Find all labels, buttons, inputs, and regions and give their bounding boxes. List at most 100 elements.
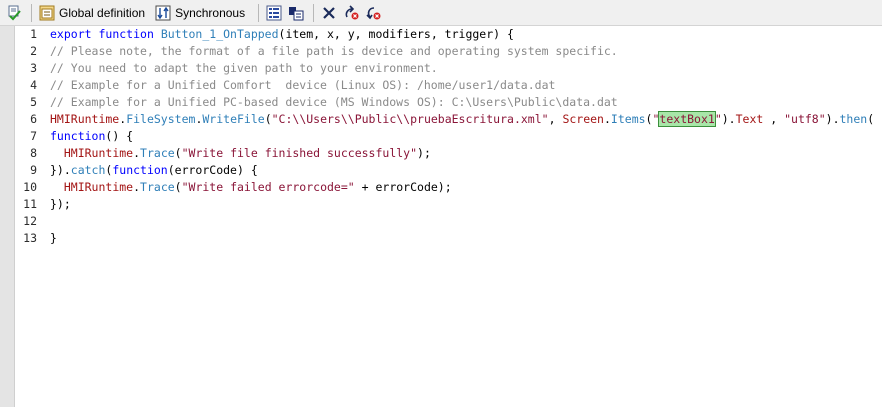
code-token: Trace — [140, 146, 175, 160]
undo-icon — [343, 4, 359, 21]
code-token: . — [603, 112, 611, 126]
synchronous-label: Synchronous — [175, 5, 246, 20]
code-token: Button_1_OnTapped — [160, 27, 279, 41]
code-token: }). — [50, 163, 71, 177]
code-line[interactable]: 9 }).catch(function(errorCode) { — [15, 162, 882, 179]
code-line[interactable]: 10 HMIRuntime.Trace("Write failed errorc… — [15, 179, 882, 196]
format-code-button[interactable] — [264, 2, 284, 24]
code-text: }); — [50, 196, 71, 213]
code-token: ( — [264, 112, 272, 126]
code-line[interactable]: 1 export function Button_1_OnTapped(item,… — [15, 26, 882, 43]
code-token: (errorCode) { — [167, 163, 258, 177]
redo-button[interactable] — [363, 2, 383, 24]
code-token: FileSystem — [126, 112, 196, 126]
code-line[interactable]: 8 HMIRuntime.Trace("Write file finished … — [15, 145, 882, 162]
code-token: + errorCode); — [354, 180, 452, 194]
code-token: Trace — [140, 180, 175, 194]
code-text: function() { — [50, 128, 133, 145]
delete-button[interactable] — [319, 2, 339, 24]
code-token: "Write file finished successfully" — [181, 146, 418, 160]
line-number: 6 — [30, 112, 37, 126]
code-token: "Write failed errorcode=" — [181, 180, 355, 194]
code-text: // Example for a Unified Comfort device … — [50, 77, 555, 94]
code-token: HMIRuntime — [63, 180, 134, 194]
code-token: ( — [174, 180, 182, 194]
editor-gutter — [0, 26, 15, 407]
code-line[interactable]: 13} — [15, 230, 882, 247]
redo-icon — [365, 5, 381, 21]
code-line[interactable]: 4 // Example for a Unified Comfort device… — [15, 77, 882, 94]
code-token: , — [548, 112, 563, 126]
code-token: }); — [50, 197, 71, 211]
code-token: () { — [105, 129, 134, 143]
code-line[interactable]: 3 // You need to adapt the given path to … — [15, 60, 882, 77]
code-line[interactable]: 2 // Please note, the format of a file pa… — [15, 43, 882, 60]
line-number: 4 — [30, 78, 37, 92]
code-text: // Please note, the format of a file pat… — [50, 43, 618, 60]
code-token: ); — [417, 146, 431, 160]
synchronous-icon — [155, 5, 171, 21]
code-token: HMIRuntime — [63, 146, 134, 160]
line-number: 11 — [23, 197, 37, 211]
line-number: 1 — [30, 27, 37, 41]
toolbar-separator — [31, 3, 32, 22]
line-number: 12 — [23, 214, 37, 228]
code-token: , — [763, 112, 785, 126]
check-syntax-button[interactable] — [4, 2, 24, 24]
code-token: "utf8" — [784, 112, 826, 126]
line-number: 5 — [30, 95, 37, 109]
line-number: 9 — [30, 163, 37, 177]
code-token: // Example for a Unified Comfort device … — [50, 78, 556, 92]
code-token: } — [50, 231, 57, 245]
line-number: 3 — [30, 61, 37, 75]
code-token: (item, x, y, modifiers, trigger) { — [278, 27, 514, 41]
global-definition-icon — [39, 5, 55, 21]
code-line[interactable]: 12 — [15, 213, 882, 230]
code-token: function — [98, 27, 154, 41]
toolbar: Global definition Synchronous — [0, 0, 882, 26]
close-icon — [321, 5, 337, 21]
line-number: 2 — [30, 44, 37, 58]
code-text: HMIRuntime.Trace("Write failed errorcode… — [50, 179, 452, 196]
code-token: Screen — [562, 112, 604, 126]
code-token: function — [112, 163, 168, 177]
undo-button[interactable] — [341, 2, 361, 24]
code-token: export — [50, 27, 92, 41]
code-token: . — [133, 146, 141, 160]
code-editor[interactable]: 1 export function Button_1_OnTapped(item,… — [0, 26, 882, 407]
global-definition-label: Global definition — [59, 5, 146, 20]
code-token: ). — [721, 112, 736, 126]
code-token: ( — [867, 112, 875, 126]
object-list-icon — [288, 5, 304, 21]
code-token: function — [50, 129, 106, 143]
code-line[interactable]: 7 function() { — [15, 128, 882, 145]
code-token: // Please note, the format of a file pat… — [50, 44, 618, 58]
global-definition-button[interactable]: Global definition — [37, 2, 151, 24]
toolbar-separator — [258, 3, 260, 22]
code-line[interactable]: 11}); — [15, 196, 882, 213]
code-text: export function Button_1_OnTapped(item, … — [50, 26, 514, 43]
code-token: // Example for a Unified PC-based device… — [50, 95, 618, 109]
check-syntax-icon — [6, 5, 22, 21]
code-token: " — [714, 112, 722, 126]
code-token: then — [839, 112, 868, 126]
code-token: catch — [70, 163, 106, 177]
toolbar-separator — [313, 3, 315, 22]
object-list-button[interactable] — [286, 2, 306, 24]
code-token: . — [133, 180, 141, 194]
code-token: HMIRuntime — [50, 112, 120, 126]
line-number: 7 — [30, 129, 37, 143]
code-text: }).catch(function(errorCode) { — [50, 162, 258, 179]
code-line[interactable]: 6 HMIRuntime.FileSystem.WriteFile("C:\\Us… — [15, 111, 882, 128]
code-text: } — [50, 230, 57, 247]
code-token: Text — [735, 112, 764, 126]
code-line[interactable]: 5 // Example for a Unified PC-based devic… — [15, 94, 882, 111]
script-editor-window: Global definition Synchronous 1 export f… — [0, 0, 882, 407]
synchronous-button[interactable]: Synchronous — [153, 2, 251, 24]
format-code-icon — [266, 5, 282, 21]
highlighted-token: textBox1 — [658, 111, 716, 127]
code-text: // You need to adapt the given path to y… — [50, 60, 438, 77]
